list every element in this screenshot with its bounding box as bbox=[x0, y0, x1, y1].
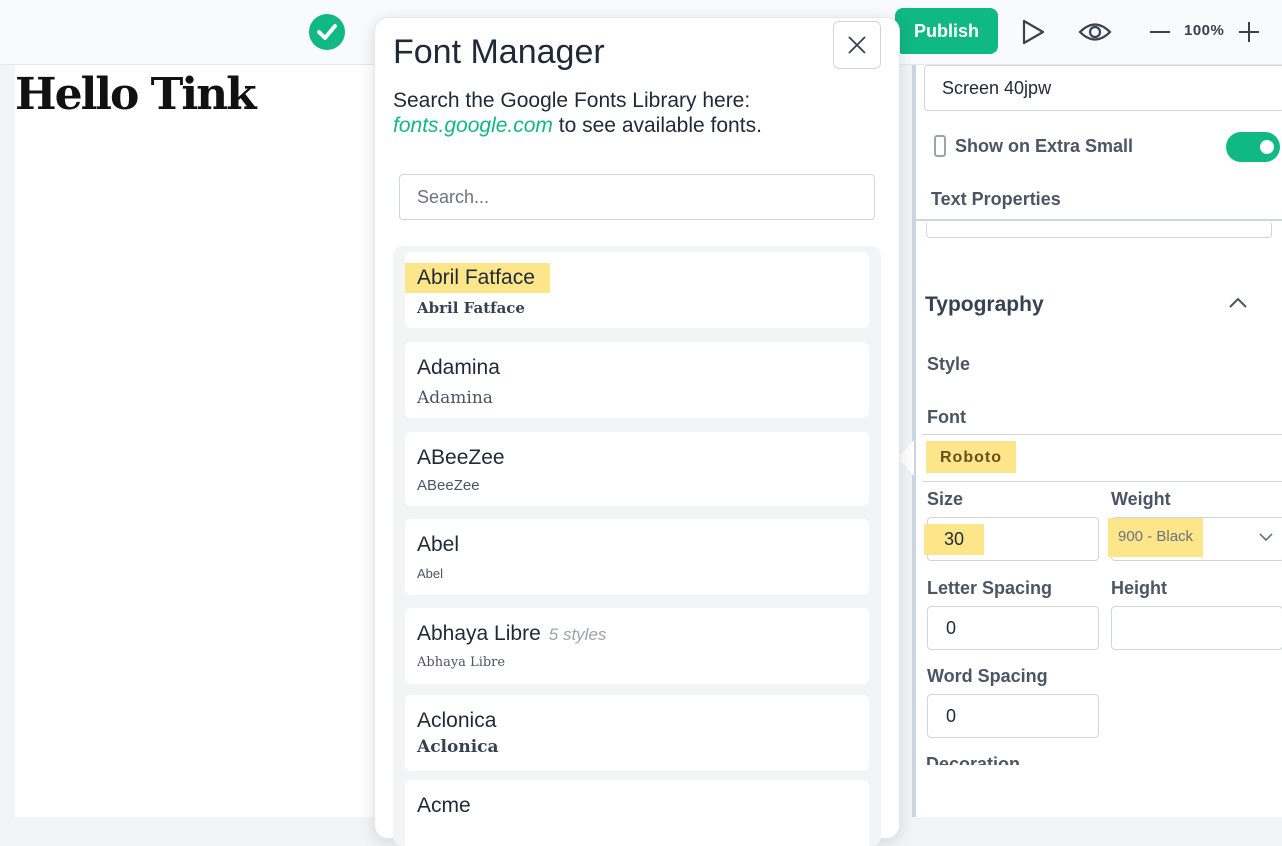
font-item-name: ABeeZee bbox=[417, 446, 505, 469]
font-item-preview: Abril Fatface bbox=[417, 299, 525, 317]
modal-title: Font Manager bbox=[393, 33, 605, 71]
font-item-preview: Abel bbox=[417, 566, 444, 581]
size-input[interactable]: 30 bbox=[924, 517, 1099, 561]
word-spacing-label: Word Spacing bbox=[927, 666, 1048, 686]
letter-spacing-label: Letter Spacing bbox=[927, 578, 1053, 598]
font-search-input[interactable] bbox=[399, 174, 875, 220]
font-item-abril-fatface[interactable]: Abril Fatface Abril Fatface bbox=[405, 252, 869, 328]
font-item-abhaya-libre[interactable]: Abhaya Libre 5 styles Abhaya Libre bbox=[405, 608, 869, 684]
font-list: Abril Fatface Abril Fatface Adamina Adam… bbox=[393, 246, 881, 846]
letter-spacing-value: 0 bbox=[946, 618, 957, 638]
letter-spacing-input[interactable]: 0 bbox=[927, 606, 1099, 650]
font-item-name: Aclonica bbox=[417, 709, 497, 732]
text-properties-header[interactable]: Text Properties bbox=[916, 179, 1282, 221]
font-item-name: Acme bbox=[417, 794, 471, 817]
properties-panel: Screen 40jpw Show on Extra Small Text Pr… bbox=[912, 65, 1282, 817]
description-prefix: Search the Google Fonts Library here: bbox=[393, 89, 751, 112]
height-input[interactable] bbox=[1111, 606, 1282, 650]
chevron-up-icon[interactable] bbox=[1228, 297, 1248, 309]
text-properties-box bbox=[926, 223, 1272, 238]
font-item-preview: Aclonica bbox=[417, 737, 499, 757]
zoom-out-icon[interactable] bbox=[1148, 20, 1172, 44]
mobile-phone-icon bbox=[934, 135, 946, 157]
font-select[interactable]: Roboto bbox=[922, 434, 1282, 482]
font-item-preview: Abhaya Libre bbox=[417, 655, 506, 670]
font-item-adamina[interactable]: Adamina Adamina bbox=[405, 342, 869, 418]
height-label: Height bbox=[1111, 578, 1167, 598]
design-canvas[interactable]: Hello Tink bbox=[15, 65, 375, 817]
font-item-name: Adamina bbox=[417, 356, 500, 379]
zoom-in-icon[interactable] bbox=[1237, 20, 1261, 44]
check-circle-icon[interactable] bbox=[309, 14, 345, 50]
font-item-acme[interactable]: Acme bbox=[405, 780, 869, 846]
show-on-extra-small-toggle[interactable] bbox=[1226, 132, 1280, 162]
font-item-name-text: Abhaya Libre bbox=[417, 622, 541, 645]
weight-select[interactable]: 900 - Black bbox=[1108, 517, 1282, 561]
eye-icon[interactable] bbox=[1078, 19, 1112, 45]
text-properties-label: Text Properties bbox=[931, 189, 1061, 209]
publish-button[interactable]: Publish bbox=[895, 8, 998, 54]
font-label: Font bbox=[927, 407, 966, 427]
modal-description: Search the Google Fonts Library here: fo… bbox=[393, 88, 803, 138]
word-spacing-value: 0 bbox=[946, 706, 957, 726]
description-suffix: to see available fonts. bbox=[552, 114, 762, 137]
weight-label: Weight bbox=[1111, 489, 1171, 509]
word-spacing-input[interactable]: 0 bbox=[927, 694, 1099, 738]
font-item-abeezee[interactable]: ABeeZee ABeeZee bbox=[405, 432, 869, 506]
show-on-extra-small-label: Show on Extra Small bbox=[955, 136, 1134, 156]
chevron-down-icon bbox=[1259, 533, 1273, 542]
weight-value: 900 - Black bbox=[1108, 518, 1204, 557]
font-item-abel[interactable]: Abel Abel bbox=[405, 519, 869, 595]
font-item-styles: 5 styles bbox=[548, 625, 607, 644]
close-icon bbox=[848, 36, 866, 54]
typography-title: Typography bbox=[925, 293, 1044, 316]
style-label: Style bbox=[927, 354, 971, 374]
font-item-name: Abril Fatface bbox=[405, 263, 550, 293]
size-label: Size bbox=[927, 489, 964, 509]
zoom-level: 100% bbox=[1184, 22, 1225, 39]
font-manager-modal: Font Manager Search the Google Fonts Lib… bbox=[374, 17, 900, 846]
close-button[interactable] bbox=[833, 21, 881, 69]
font-item-name: Abhaya Libre 5 styles bbox=[417, 622, 606, 646]
decoration-label: Decoration bbox=[926, 755, 1021, 765]
font-value: Roboto bbox=[926, 441, 1016, 473]
font-item-aclonica[interactable]: Aclonica Aclonica bbox=[405, 695, 869, 771]
canvas-heading[interactable]: Hello Tink bbox=[15, 69, 257, 120]
font-item-name: Abel bbox=[417, 533, 460, 556]
popover-pointer bbox=[898, 440, 914, 476]
screen-name-field[interactable]: Screen 40jpw bbox=[924, 65, 1282, 111]
play-icon[interactable] bbox=[1021, 18, 1047, 46]
font-item-preview: ABeeZee bbox=[417, 477, 480, 494]
google-fonts-link[interactable]: fonts.google.com bbox=[393, 114, 553, 137]
toggle-knob bbox=[1260, 140, 1274, 154]
font-item-preview: Adamina bbox=[417, 388, 493, 408]
size-value: 30 bbox=[924, 524, 985, 555]
